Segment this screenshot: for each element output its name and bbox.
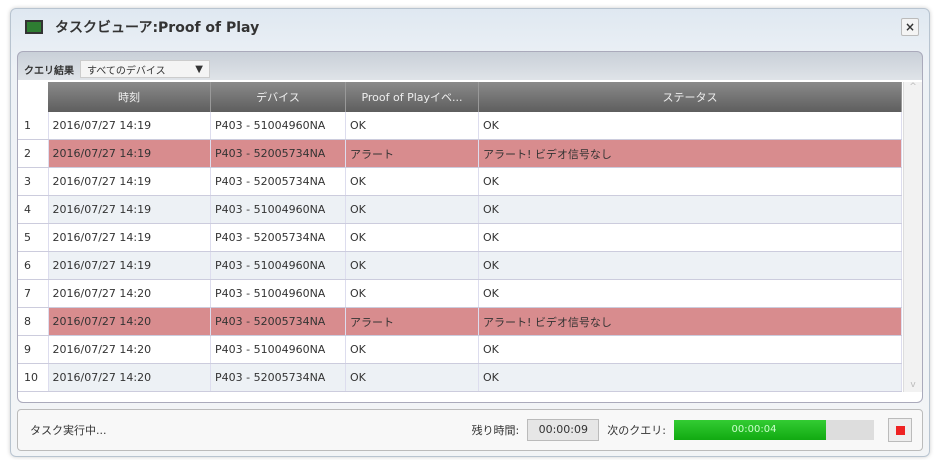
cell-device: P403 - 52005734NA: [210, 307, 346, 336]
row-index: 4: [18, 195, 49, 224]
status-bar: タスク実行中... 残り時間: 00:00:09 次のクエリ: 00:00:04: [17, 409, 923, 451]
cell-device: P403 - 51004960NA: [210, 335, 346, 364]
cell-status: OK: [478, 195, 902, 224]
vertical-scrollbar[interactable]: ^ v: [903, 82, 922, 392]
cell-event: OK: [345, 363, 479, 392]
cell-device: P403 - 51004960NA: [210, 112, 346, 140]
cell-event: OK: [345, 223, 479, 252]
app-icon: [25, 20, 43, 34]
cell-time: 2016/07/27 14:19: [48, 139, 211, 168]
cell-event: OK: [345, 251, 479, 280]
next-query-label: 次のクエリ:: [607, 424, 666, 437]
device-select[interactable]: すべてのデバイス ▼: [80, 60, 210, 78]
next-query-time: 00:00:04: [731, 424, 777, 435]
cell-event: OK: [345, 335, 479, 364]
cell-device: P403 - 51004960NA: [210, 195, 346, 224]
row-index: 3: [18, 167, 49, 196]
task-viewer-window: タスクビューア:Proof of Play × クエリ結果 すべてのデバイス ▼ …: [10, 8, 930, 457]
row-index: 10: [18, 363, 49, 392]
cell-time: 2016/07/27 14:19: [48, 223, 211, 252]
row-index: 8: [18, 307, 49, 336]
cell-time: 2016/07/27 14:20: [48, 279, 211, 308]
cell-time: 2016/07/27 14:19: [48, 112, 211, 140]
cell-time: 2016/07/27 14:20: [48, 307, 211, 336]
query-results-panel: クエリ結果 すべてのデバイス ▼ 時刻 デバイス Proof of Playイベ.…: [17, 51, 923, 403]
device-select-value: すべてのデバイス: [87, 65, 166, 77]
dropdown-arrow-icon: ▼: [195, 63, 203, 75]
scroll-up-icon[interactable]: ^: [904, 82, 922, 92]
cell-status: アラート! ビデオ信号なし: [478, 139, 902, 168]
table-row[interactable]: 8 2016/07/27 14:20 P403 - 52005734NA アラート アラ…: [18, 307, 902, 336]
cell-event: OK: [345, 167, 479, 196]
table-row[interactable]: 3 2016/07/27 14:19 P403 - 52005734NA OK OK: [18, 167, 902, 196]
cell-event: アラート: [345, 139, 479, 168]
cell-event: OK: [345, 279, 479, 308]
query-results-label: クエリ結果: [24, 65, 74, 77]
window-title: タスクビューア:Proof of Play: [55, 20, 260, 36]
cell-event: OK: [345, 112, 479, 140]
close-button[interactable]: ×: [901, 18, 919, 36]
table-row[interactable]: 9 2016/07/27 14:20 P403 - 51004960NA OK OK: [18, 335, 902, 364]
cell-time: 2016/07/27 14:20: [48, 363, 211, 392]
cell-device: P403 - 51004960NA: [210, 251, 346, 280]
table-row[interactable]: 1 2016/07/27 14:19 P403 - 51004960NA OK OK: [18, 112, 902, 140]
index-header: [18, 82, 48, 112]
cell-status: OK: [478, 279, 902, 308]
row-index: 9: [18, 335, 49, 364]
row-index: 1: [18, 112, 49, 140]
cell-status: OK: [478, 167, 902, 196]
cell-status: OK: [478, 335, 902, 364]
cell-status: OK: [478, 363, 902, 392]
row-index: 6: [18, 251, 49, 280]
table-row[interactable]: 2 2016/07/27 14:19 P403 - 52005734NA アラート アラ…: [18, 139, 902, 168]
table-row[interactable]: 10 2016/07/27 14:20 P403 - 52005734NA OK OK: [18, 363, 902, 392]
cell-device: P403 - 52005734NA: [210, 139, 346, 168]
header-device[interactable]: デバイス: [210, 82, 346, 112]
remaining-time: 00:00:09: [527, 419, 600, 441]
cell-device: P403 - 51004960NA: [210, 279, 346, 308]
cell-status: OK: [478, 223, 902, 252]
row-index: 7: [18, 279, 49, 308]
cell-time: 2016/07/27 14:19: [48, 167, 211, 196]
header-event[interactable]: Proof of Playイベ...: [345, 82, 479, 112]
cell-status: OK: [478, 251, 902, 280]
cell-device: P403 - 52005734NA: [210, 363, 346, 392]
scroll-down-icon[interactable]: v: [904, 380, 922, 390]
results-table: 時刻 デバイス Proof of Playイベ... ステータス 1 2016/0…: [18, 82, 902, 392]
remaining-label: 残り時間:: [471, 424, 520, 437]
cell-status: アラート! ビデオ信号なし: [478, 307, 902, 336]
task-status-text: タスク実行中...: [30, 424, 107, 437]
row-index: 5: [18, 223, 49, 252]
header-status[interactable]: ステータス: [478, 82, 902, 112]
cell-event: アラート: [345, 307, 479, 336]
row-index: 2: [18, 139, 49, 168]
table-row[interactable]: 6 2016/07/27 14:19 P403 - 51004960NA OK OK: [18, 251, 902, 280]
stop-button[interactable]: [888, 418, 912, 442]
cell-status: OK: [478, 112, 902, 140]
table-row[interactable]: 4 2016/07/27 14:19 P403 - 51004960NA OK OK: [18, 195, 902, 224]
title-bar: タスクビューア:Proof of Play ×: [11, 9, 929, 45]
table-row[interactable]: 5 2016/07/27 14:19 P403 - 52005734NA OK OK: [18, 223, 902, 252]
cell-time: 2016/07/27 14:19: [48, 195, 211, 224]
cell-device: P403 - 52005734NA: [210, 223, 346, 252]
cell-event: OK: [345, 195, 479, 224]
stop-icon: [895, 425, 905, 435]
cell-device: P403 - 52005734NA: [210, 167, 346, 196]
cell-time: 2016/07/27 14:20: [48, 335, 211, 364]
header-time[interactable]: 時刻: [48, 82, 211, 112]
cell-time: 2016/07/27 14:19: [48, 251, 211, 280]
next-query-progress: 00:00:04: [674, 420, 874, 440]
table-row[interactable]: 7 2016/07/27 14:20 P403 - 51004960NA OK OK: [18, 279, 902, 308]
